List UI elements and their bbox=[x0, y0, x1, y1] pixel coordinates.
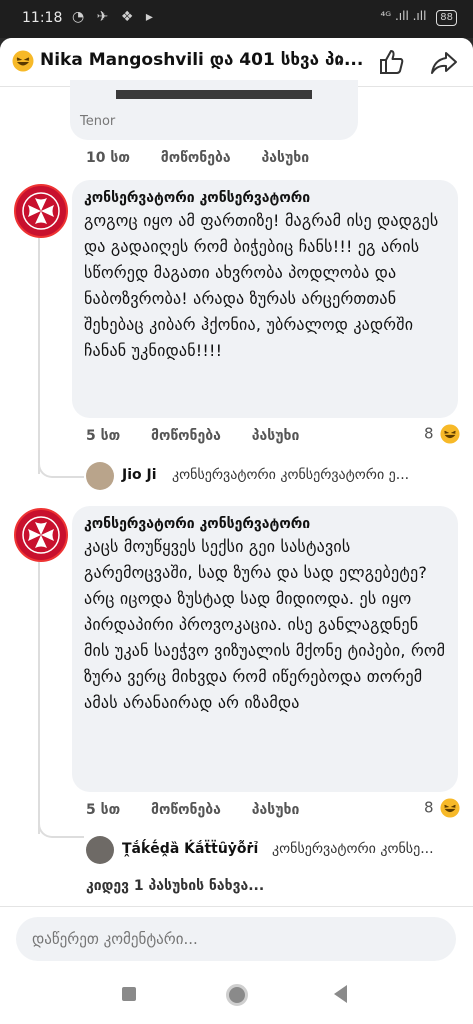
recent-apps-icon[interactable] bbox=[122, 987, 136, 1001]
status-app-icons: ◔ ✈ ❖ ▸ bbox=[72, 9, 157, 25]
comment-actions: 10 სთ მოწონება პასუხი bbox=[86, 150, 335, 166]
reaction-count[interactable]: 8 bbox=[424, 798, 460, 818]
comment-text: გოგოც იყო ამ ფართიზე! მაგრამ ისე დადგეს … bbox=[84, 211, 439, 360]
chevron-right-icon[interactable]: › bbox=[336, 47, 345, 72]
home-icon[interactable] bbox=[226, 984, 248, 1006]
haha-reaction-icon bbox=[440, 424, 460, 444]
haha-reaction-icon bbox=[440, 798, 460, 818]
thread-connector bbox=[38, 456, 84, 478]
thread-line bbox=[38, 238, 40, 474]
comment-author[interactable]: კონსერვატორი კონსერვატორი bbox=[84, 190, 446, 206]
comment-time[interactable]: 5 სთ bbox=[86, 802, 120, 818]
back-icon[interactable] bbox=[334, 985, 347, 1003]
reactors-summary[interactable]: Nika Mangoshvili და 401 სხვა პი... bbox=[40, 50, 363, 70]
haha-reaction-icon bbox=[12, 50, 34, 72]
thumbs-up-icon[interactable] bbox=[378, 48, 406, 76]
gif-attachment[interactable]: Tenor bbox=[70, 80, 358, 140]
comment-bubble[interactable]: კონსერვატორი კონსერვატორი კაცს მოუწყვეს … bbox=[72, 506, 458, 792]
thread-connector bbox=[38, 816, 84, 838]
avatar[interactable] bbox=[14, 184, 68, 238]
status-bar: 11:18 ◔ ✈ ❖ ▸ ⁴ᴳ .ıll .ıll 88 bbox=[0, 0, 473, 38]
reply-button[interactable]: პასუხი bbox=[252, 428, 300, 444]
comment-actions: 5 სთ მოწონება პასუხი bbox=[86, 428, 325, 444]
battery-icon: 88 bbox=[436, 10, 457, 26]
status-time: 11:18 bbox=[22, 10, 63, 26]
comment-text: კაცს მოუწყვეს სექსი გეი სასტავის გარემოც… bbox=[84, 537, 446, 712]
comment-bubble[interactable]: კონსერვატორი კონსერვატორი გოგოც იყო ამ ფ… bbox=[72, 180, 458, 418]
view-more-replies-link[interactable]: კიდევ 1 პასუხის ნახვა... bbox=[86, 878, 264, 894]
comments-sheet: Nika Mangoshvili და 401 სხვა პი... › Ten… bbox=[0, 38, 473, 1024]
reaction-number: 8 bbox=[424, 798, 434, 817]
like-button[interactable]: მოწონება bbox=[151, 428, 221, 444]
like-button[interactable]: მოწონება bbox=[161, 150, 231, 166]
thread-line bbox=[38, 562, 40, 834]
reply-author[interactable]: Ṱắḱḗḓȁ Ḱắẗẗȗẏỗṙỉ bbox=[122, 841, 258, 857]
reply-preview[interactable]: Jio Ji კონსერვატორი კონსერვატორი ე... bbox=[86, 462, 466, 492]
like-button[interactable]: მოწონება bbox=[151, 802, 221, 818]
reply-preview[interactable]: Ṱắḱḗḓȁ Ḱắẗẗȗẏỗṙỉ კონსერვატორი კონსე... bbox=[86, 836, 466, 866]
reply-author[interactable]: Jio Ji bbox=[122, 467, 157, 483]
comment-actions: 5 სთ მოწონება პასუხი bbox=[86, 802, 325, 818]
comment-author[interactable]: კონსერვატორი კონსერვატორი bbox=[84, 516, 446, 532]
reply-button[interactable]: პასუხი bbox=[252, 802, 300, 818]
reply-snippet: კონსერვატორი კონსე... bbox=[272, 841, 434, 857]
reply-button[interactable]: პასუხი bbox=[262, 150, 310, 166]
reaction-count[interactable]: 8 bbox=[424, 424, 460, 444]
comment-time[interactable]: 10 სთ bbox=[86, 150, 130, 166]
share-icon[interactable] bbox=[430, 50, 458, 76]
gif-preview bbox=[116, 90, 312, 99]
signal-icon: ⁴ᴳ .ıll .ıll bbox=[380, 9, 427, 23]
system-nav-bar bbox=[0, 966, 473, 1024]
reaction-number: 8 bbox=[424, 424, 434, 443]
reply-avatar[interactable] bbox=[86, 836, 114, 864]
comment-input[interactable] bbox=[16, 917, 456, 961]
comment-time[interactable]: 5 სთ bbox=[86, 428, 120, 444]
reply-avatar[interactable] bbox=[86, 462, 114, 490]
avatar[interactable] bbox=[14, 508, 68, 562]
gif-source-label: Tenor bbox=[80, 114, 116, 129]
comment-composer-bar bbox=[0, 906, 473, 967]
reply-snippet: კონსერვატორი კონსერვატორი ე... bbox=[172, 467, 410, 483]
status-right: ⁴ᴳ .ıll .ıll 88 bbox=[380, 9, 457, 26]
